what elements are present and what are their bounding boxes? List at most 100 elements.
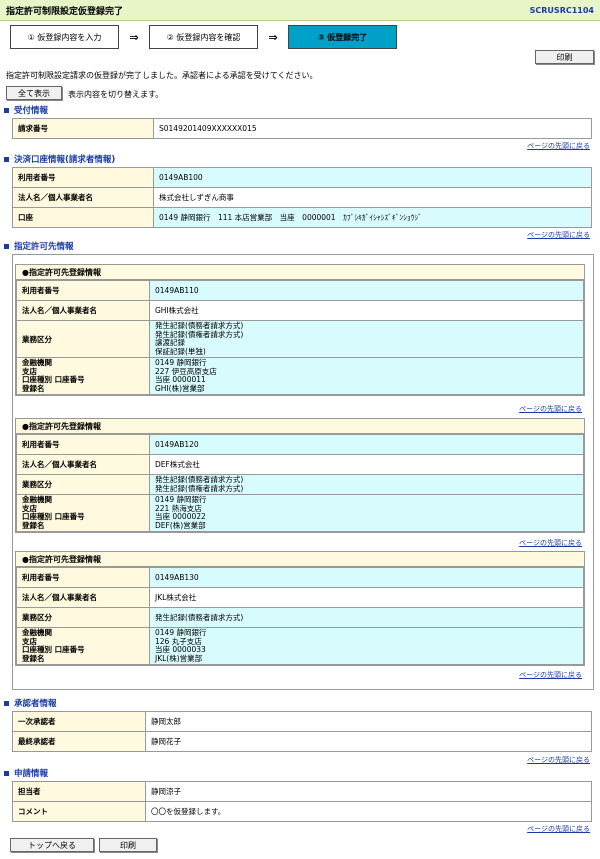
application-table: 担当者 静岡涼子 コメント 〇〇を仮登録します。 [12, 781, 592, 822]
branch-value: 221 熱海支店 [155, 503, 202, 513]
permit-entry-title: ●指定許可先登録情報 [16, 419, 584, 434]
account-value: 0149 静岡銀行 111 本店営業部 当座 0000001 ｶﾌﾞｼｷｶﾞｲｼ… [153, 207, 592, 228]
account-type-value: 当座 0000011 [155, 375, 206, 384]
holder-value: GHI(株)営業部 [155, 383, 205, 393]
back-to-top-link[interactable]: ページの先頭に戻る [527, 141, 590, 151]
back-to-top-link[interactable]: ページの先頭に戻る [527, 755, 590, 765]
label-business-type: 業務区分 [16, 607, 150, 628]
show-all-button[interactable]: 全て表示 [6, 86, 62, 100]
square-bullet-icon [4, 700, 9, 706]
first-approver-value: 静岡太郎 [145, 711, 592, 732]
label-person: 担当者 [12, 781, 146, 802]
section-permit: 指定許可先情報 [4, 240, 74, 252]
corp-name-value: GHI株式会社 [149, 300, 584, 321]
comment-value: 〇〇を仮登録します。 [145, 801, 592, 822]
user-no-value: 0149AB120 [149, 434, 584, 455]
label-holder: 登録名 [22, 383, 45, 393]
permit-entry-table: 利用者番号 0149AB120 法人名／個人事業者名 DEF株式会社 業務区分 発生… [16, 434, 584, 532]
request-no-value: S0149201409XXXXXX015 [153, 118, 592, 139]
account-type-value: 当座 0000022 [155, 512, 206, 521]
label-account: 口座 [12, 207, 154, 228]
section-title: 受付情報 [14, 106, 49, 116]
show-all-note: 表示内容を切り替えます。 [68, 90, 164, 99]
bank-value: 0149 静岡銀行 [155, 358, 207, 367]
step-indicator: ① 仮登録内容を入力 ⇒ ② 仮登録内容を確認 ⇒ ③ 仮登録完了 [0, 21, 600, 53]
label-user-no: 利用者番号 [16, 567, 150, 588]
step-3-current: ③ 仮登録完了 [288, 25, 397, 49]
completion-message: 指定許可制限設定請求の仮登録が完了しました。承認者による承認を受けてください。 [6, 71, 318, 80]
permit-entry-table: 利用者番号 0149AB110 法人名／個人事業者名 GHI株式会社 業務区分 発生… [16, 280, 584, 395]
arrow-right-icon: ⇒ [129, 30, 139, 44]
business-type-value: 発生記録(債務者請求方式) 発生記録(債権者請求方式) [149, 474, 584, 495]
final-approver-value: 静岡花子 [145, 731, 592, 752]
section-application: 申請情報 [4, 767, 48, 779]
permit-entry-title: ●指定許可先登録情報 [16, 552, 584, 567]
page-title: 指定許可制限設定仮登録完了 [6, 6, 124, 17]
account-type-value: 当座 0000033 [155, 645, 206, 654]
label-bank: 金融機関 [22, 495, 52, 504]
label-corp-name: 法人名／個人事業者名 [16, 587, 150, 608]
square-bullet-icon [4, 770, 9, 776]
back-to-top-link[interactable]: ページの先頭に戻る [527, 824, 590, 834]
label-holder: 登録名 [22, 520, 45, 530]
permit-entry: ●指定許可先登録情報 利用者番号 0149AB110 法人名／個人事業者名 GHI株… [15, 264, 585, 396]
user-no-value: 0149AB100 [153, 167, 592, 188]
label-corp-name: 法人名／個人事業者名 [16, 454, 150, 475]
user-no-value: 0149AB110 [149, 280, 584, 301]
permit-entry: ●指定許可先登録情報 利用者番号 0149AB120 法人名／個人事業者名 DEF株… [15, 418, 585, 533]
square-bullet-icon [4, 243, 9, 249]
reception-table: 請求番号 S0149201409XXXXXX015 [12, 118, 592, 139]
label-user-no: 利用者番号 [16, 434, 150, 455]
bank-info-value: 0149 静岡銀行 227 伊豆高原支店 当座 0000011 GHI(株)営業… [149, 357, 584, 395]
label-final-approver: 最終承認者 [12, 731, 146, 752]
section-title: 承認者情報 [14, 699, 57, 709]
back-to-top-button[interactable]: トップへ戻る [10, 838, 94, 852]
label-corp-name: 法人名／個人事業者名 [12, 187, 154, 208]
person-value: 静岡涼子 [145, 781, 592, 802]
section-reception: 受付情報 [4, 104, 48, 116]
approver-table: 一次承認者 静岡太郎 最終承認者 静岡花子 [12, 711, 592, 752]
holder-value: DEF(株)営業部 [155, 520, 206, 530]
print-button-bottom[interactable]: 印刷 [99, 838, 157, 852]
back-to-top-link[interactable]: ページの先頭に戻る [527, 230, 590, 240]
print-button[interactable]: 印刷 [535, 50, 594, 64]
bank-info-value: 0149 静岡銀行 221 熱海支店 当座 0000022 DEF(株)営業部 [149, 494, 584, 532]
bank-info-value: 0149 静岡銀行 126 丸子支店 当座 0000033 JKL(株)営業部 [149, 627, 584, 665]
user-no-value: 0149AB130 [149, 567, 584, 588]
corp-name-value: 株式会社しずぎん商事 [153, 187, 592, 208]
business-type-item: 発生記録(債権者請求方式) [155, 329, 244, 339]
bank-value: 0149 静岡銀行 [155, 495, 207, 504]
step-1: ① 仮登録内容を入力 [10, 25, 119, 49]
business-type-value: 発生記録(債務者請求方式) 発生記録(債権者請求方式) 譲渡記録 保証記録(単独… [149, 320, 584, 358]
account-table: 利用者番号 0149AB100 法人名／個人事業者名 株式会社しずぎん商事 口座 01… [12, 167, 592, 228]
label-bank-info: 金融機関 支店 口座種別 口座番号 登録名 [16, 494, 150, 532]
section-title: 決済口座情報(請求者情報) [14, 155, 116, 165]
label-bank: 金融機関 [22, 628, 52, 637]
branch-value: 227 伊豆高原支店 [155, 366, 217, 376]
label-bank-info: 金融機関 支店 口座種別 口座番号 登録名 [16, 357, 150, 395]
label-business-type: 業務区分 [16, 320, 150, 358]
business-type-item: 発生記録(債権者請求方式) [155, 483, 244, 493]
label-corp-name: 法人名／個人事業者名 [16, 300, 150, 321]
back-to-top-link[interactable]: ページの先頭に戻る [519, 670, 582, 680]
permit-entry-table: 利用者番号 0149AB130 法人名／個人事業者名 JKL株式会社 業務区分 発生… [16, 567, 584, 665]
back-to-top-link[interactable]: ページの先頭に戻る [519, 538, 582, 548]
section-approver: 承認者情報 [4, 697, 57, 709]
label-request-no: 請求番号 [12, 118, 154, 139]
label-holder: 登録名 [22, 653, 45, 663]
section-account: 決済口座情報(請求者情報) [4, 153, 115, 165]
label-bank-info: 金融機関 支店 口座種別 口座番号 登録名 [16, 627, 150, 665]
label-business-type: 業務区分 [16, 474, 150, 495]
business-type-item: 譲渡記録 [155, 338, 185, 347]
permit-entry-title: ●指定許可先登録情報 [16, 265, 584, 280]
back-to-top-link[interactable]: ページの先頭に戻る [519, 404, 582, 414]
section-title: 指定許可先情報 [14, 242, 74, 252]
label-user-no: 利用者番号 [12, 167, 154, 188]
business-type-item: 保証記録(単独) [155, 346, 206, 356]
corp-name-value: JKL株式会社 [149, 587, 584, 608]
label-comment: コメント [12, 801, 146, 822]
business-type-value: 発生記録(債務者請求方式) [149, 607, 584, 628]
business-type-item: 発生記録(債務者請求方式) [155, 613, 244, 622]
label-bank: 金融機関 [22, 358, 52, 367]
section-title: 申請情報 [14, 769, 49, 779]
